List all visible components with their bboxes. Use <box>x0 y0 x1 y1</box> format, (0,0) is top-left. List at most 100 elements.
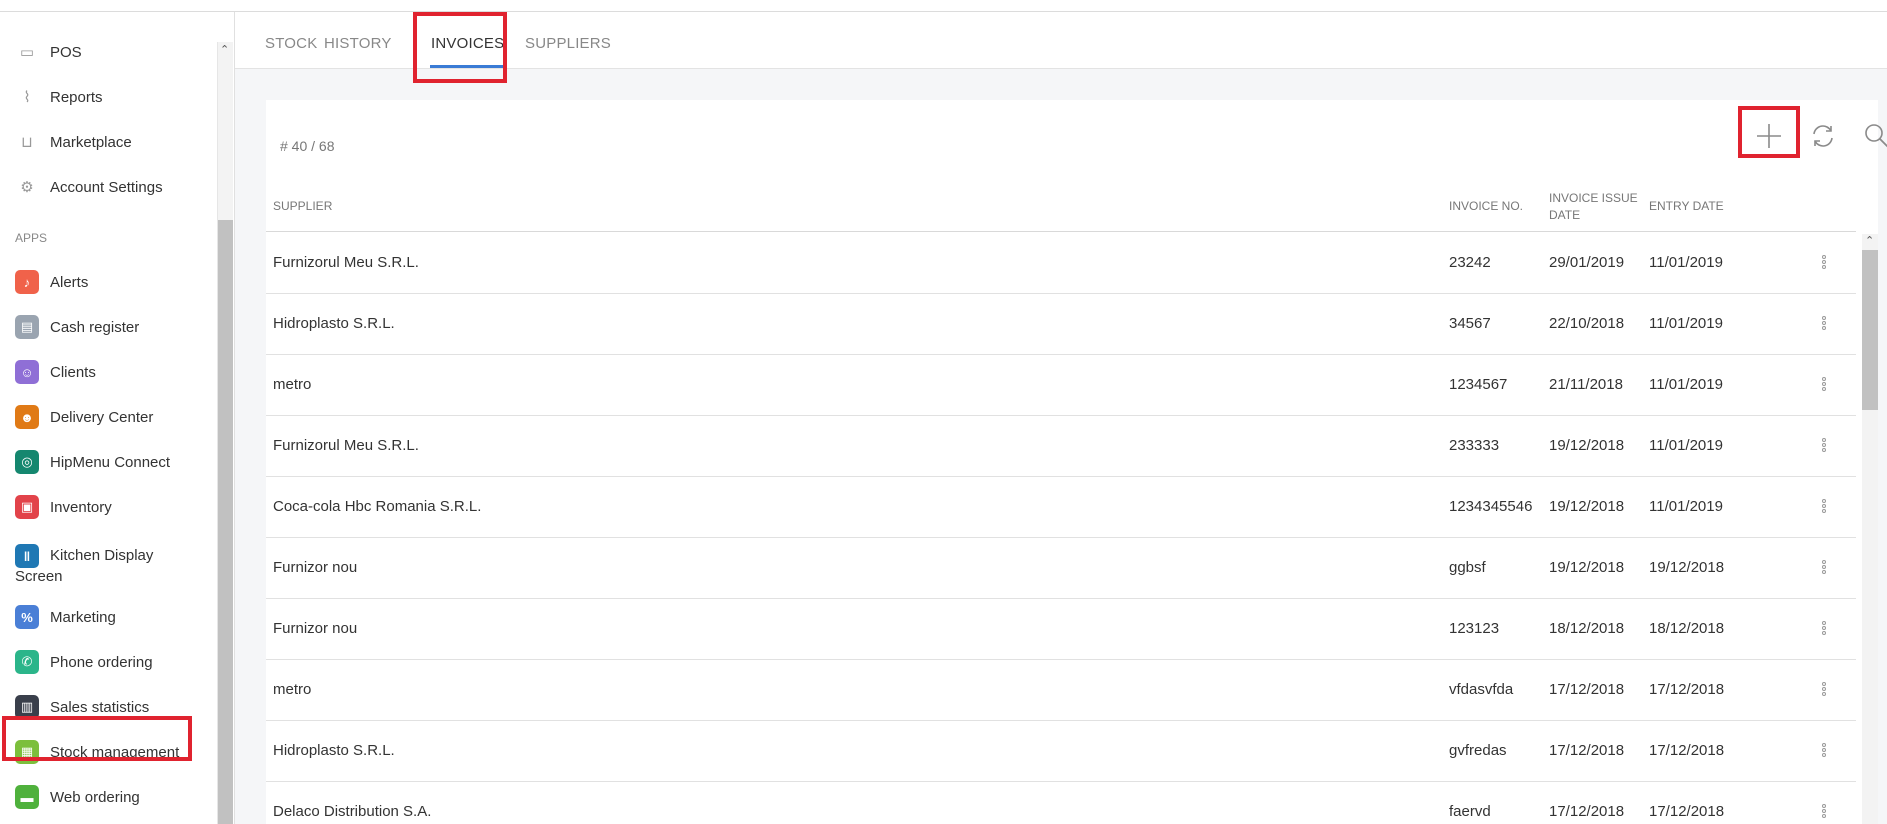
sidebar-app-label: Kitchen Display <box>50 547 154 564</box>
highlight-stock-management <box>2 716 192 761</box>
more-options-icon[interactable] <box>1822 743 1828 759</box>
cell-entry-date: 11/01/2019 <box>1649 254 1723 271</box>
cell-supplier: Hidroplasto S.R.L. <box>273 315 395 332</box>
cell-supplier: Furnizor nou <box>273 620 358 637</box>
cell-entry-date: 19/12/2018 <box>1649 559 1725 576</box>
table-row[interactable]: Furnizorul Meu S.R.L. 233333 19/12/2018 11/… <box>266 416 1856 477</box>
invoices-card: # 40 / 68 SUPPLIER INVOICE NO. INVOICE I… <box>266 100 1887 824</box>
refresh-icon[interactable] <box>1801 114 1845 158</box>
col-issue-date-line2[interactable]: DATE <box>1549 207 1580 224</box>
sidebar-item-label: Reports <box>50 88 103 106</box>
more-options-icon[interactable] <box>1822 377 1828 393</box>
cell-issue-date: 17/12/2018 <box>1549 803 1625 820</box>
table-row[interactable]: Hidroplasto S.R.L. gvfredas 17/12/2018 17/1… <box>266 721 1856 782</box>
sidebar-app-alerts[interactable]: ♪ Alerts <box>0 264 216 300</box>
sidebar: ▭ POS ⌇ Reports ⊔ Marketplace ⚙ Account Setting… <box>0 12 233 824</box>
sidebar-app-kitchen-display[interactable]: ǁ Kitchen Display Screen <box>0 535 216 587</box>
sidebar-app-label: Sales statistics <box>50 698 150 716</box>
record-count: # 40 / 68 <box>280 138 335 154</box>
cell-invoice-no: 1234345546 <box>1449 498 1533 515</box>
more-options-icon[interactable] <box>1822 804 1828 820</box>
sidebar-app-label-line2: Screen <box>15 568 63 585</box>
cell-invoice-no: faervd <box>1449 803 1491 820</box>
sidebar-app-cash-register[interactable]: ▤ Cash register <box>0 309 216 345</box>
tab-suppliers[interactable]: SUPPLIERS <box>525 35 611 52</box>
cutlery-icon: ǁ <box>15 544 39 568</box>
sidebar-item-marketplace[interactable]: ⊔ Marketplace <box>0 124 216 160</box>
cell-supplier: Hidroplasto S.R.L. <box>273 742 395 759</box>
col-supplier[interactable]: SUPPLIER <box>273 198 332 215</box>
more-options-icon[interactable] <box>1822 560 1828 576</box>
table-row[interactable]: Delaco Distribution S.A. faervd 17/12/2018… <box>266 782 1856 824</box>
sidebar-item-reports[interactable]: ⌇ Reports <box>0 79 216 115</box>
cell-invoice-no: 23242 <box>1449 254 1491 271</box>
table-row[interactable]: metro vfdasvfda 17/12/2018 17/12/2018 <box>266 660 1856 721</box>
web-icon: ▬ <box>15 785 39 809</box>
tab-history[interactable]: HISTORY <box>324 35 392 52</box>
cell-invoice-no: vfdasvfda <box>1449 681 1514 698</box>
cell-entry-date: 11/01/2019 <box>1649 315 1723 332</box>
courier-icon: ☻ <box>15 405 39 429</box>
cell-entry-date: 11/01/2019 <box>1649 437 1723 454</box>
sidebar-app-label: Web ordering <box>50 788 140 806</box>
cell-issue-date: 19/12/2018 <box>1549 559 1625 576</box>
scroll-up-icon[interactable]: ⌃ <box>1865 234 1874 247</box>
cell-issue-date: 19/12/2018 <box>1549 498 1625 515</box>
cell-invoice-no: 1234567 <box>1449 376 1508 393</box>
cash-register-icon: ▤ <box>15 315 39 339</box>
search-icon[interactable] <box>1855 114 1887 158</box>
cell-supplier: Coca-cola Hbc Romania S.R.L. <box>273 498 482 515</box>
more-options-icon[interactable] <box>1822 499 1828 515</box>
scroll-up-icon[interactable]: ⌃ <box>220 44 229 56</box>
cell-issue-date: 21/11/2018 <box>1549 376 1623 393</box>
sidebar-app-phone-ordering[interactable]: ✆ Phone ordering <box>0 644 216 680</box>
cell-entry-date: 11/01/2019 <box>1649 498 1723 515</box>
cell-invoice-no: ggbsf <box>1449 559 1486 576</box>
cell-issue-date: 17/12/2018 <box>1549 681 1625 698</box>
more-options-icon[interactable] <box>1822 438 1828 454</box>
cell-issue-date: 17/12/2018 <box>1549 742 1625 759</box>
sidebar-app-clients[interactable]: ☺ Clients <box>0 354 216 390</box>
chart-icon: ⌇ <box>23 89 31 106</box>
table-row[interactable]: Furnizorul Meu S.R.L. 23242 29/01/2019 11/0… <box>266 233 1856 294</box>
sidebar-app-web-ordering[interactable]: ▬ Web ordering <box>0 779 216 815</box>
sidebar-item-account-settings[interactable]: ⚙ Account Settings <box>0 169 216 205</box>
top-bar <box>0 0 1887 12</box>
sidebar-app-hipmenu-connect[interactable]: ◎ HipMenu Connect <box>0 444 216 480</box>
more-options-icon[interactable] <box>1822 621 1828 637</box>
table-row[interactable]: Furnizor nou ggbsf 19/12/2018 19/12/2018 <box>266 538 1856 599</box>
col-issue-date-line1[interactable]: INVOICE ISSUE <box>1549 190 1638 207</box>
col-invoice-no[interactable]: INVOICE NO. <box>1449 198 1523 215</box>
table-row[interactable]: metro 1234567 21/11/2018 11/01/2019 <box>266 355 1856 416</box>
sidebar-app-inventory[interactable]: ▣ Inventory <box>0 489 216 525</box>
highlight-invoices-tab <box>413 12 507 83</box>
sidebar-item-pos[interactable]: ▭ POS <box>0 34 216 70</box>
sidebar-app-marketing[interactable]: % Marketing <box>0 599 216 635</box>
tab-stock[interactable]: STOCK <box>265 35 317 52</box>
table-row[interactable]: Hidroplasto S.R.L. 34567 22/10/2018 11/01/2… <box>266 294 1856 355</box>
hipmenu-icon: ◎ <box>15 450 39 474</box>
sidebar-scrollbar[interactable]: ⌃ ⌄ <box>217 42 233 824</box>
inventory-icon: ▣ <box>15 495 39 519</box>
highlight-add-button <box>1738 106 1800 158</box>
cell-supplier: Furnizor nou <box>273 559 358 576</box>
more-options-icon[interactable] <box>1822 682 1828 698</box>
table-scroll-thumb[interactable] <box>1862 250 1878 410</box>
table-row[interactable]: Furnizor nou 123123 18/12/2018 18/12/2018 <box>266 599 1856 660</box>
more-options-icon[interactable] <box>1822 255 1828 271</box>
cell-supplier: metro <box>273 681 312 698</box>
cell-issue-date: 29/01/2019 <box>1549 254 1625 271</box>
gear-icon: ⚙ <box>20 179 34 196</box>
table-scrollbar[interactable]: ⌃ <box>1862 234 1878 824</box>
cart-icon: ⊔ <box>21 134 33 151</box>
sidebar-item-label: Marketplace <box>50 133 132 151</box>
sidebar-scroll-thumb[interactable] <box>218 220 233 824</box>
col-entry-date[interactable]: ENTRY DATE <box>1649 198 1724 215</box>
cell-supplier: Delaco Distribution S.A. <box>273 803 432 820</box>
more-options-icon[interactable] <box>1822 316 1828 332</box>
cell-issue-date: 22/10/2018 <box>1549 315 1625 332</box>
table-header: SUPPLIER INVOICE NO. INVOICE ISSUE DATE … <box>266 175 1856 232</box>
sidebar-app-delivery-center[interactable]: ☻ Delivery Center <box>0 399 216 435</box>
cell-invoice-no: 123123 <box>1449 620 1500 637</box>
table-row[interactable]: Coca-cola Hbc Romania S.R.L. 1234345546 19… <box>266 477 1856 538</box>
